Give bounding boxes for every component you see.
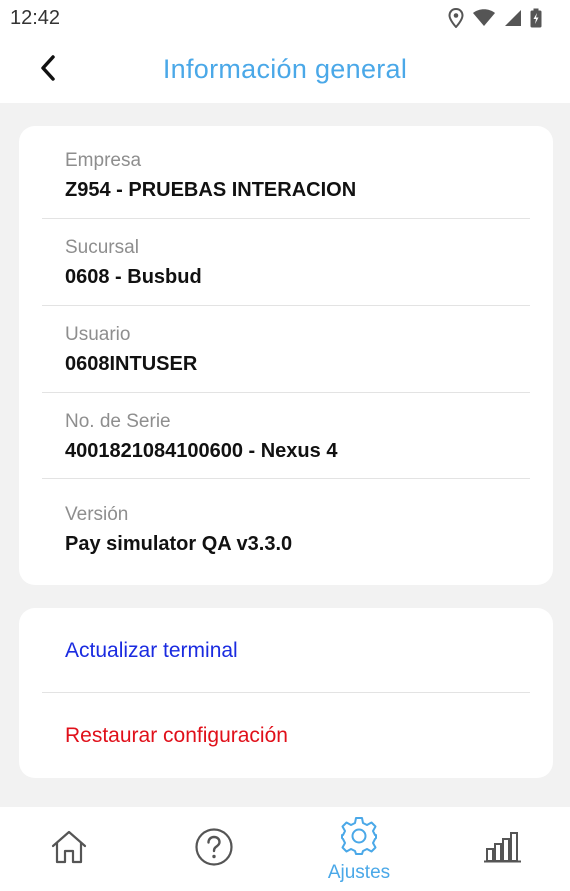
info-row-sucursal: Sucursal 0608 - Busbud [42, 237, 530, 289]
status-bar: 12:42 [0, 0, 570, 36]
info-label: Versión [65, 504, 129, 525]
info-value: Z954 - PRUEBAS INTERACION [65, 179, 357, 201]
nav-settings[interactable]: Ajustes [309, 807, 409, 891]
divider [42, 692, 530, 693]
info-label: Empresa [65, 150, 142, 171]
divider [42, 305, 530, 306]
info-value: 0608INTUSER [65, 353, 198, 375]
info-row-empresa: Empresa Z954 - PRUEBAS INTERACION [42, 150, 530, 202]
info-label: Sucursal [65, 237, 139, 258]
info-row-serial: No. de Serie 4001821084100600 - Nexus 4 [42, 411, 530, 463]
info-label: Usuario [65, 324, 131, 345]
home-icon [50, 828, 88, 871]
info-value: Pay simulator QA v3.3.0 [65, 533, 293, 555]
signal-icon [504, 9, 522, 27]
update-terminal-button[interactable]: Actualizar terminal [42, 631, 530, 671]
bottom-navigation: Ajustes [0, 807, 570, 891]
divider [42, 478, 530, 479]
info-row-usuario: Usuario 0608INTUSER [42, 324, 530, 376]
info-row-version: Versión Pay simulator QA v3.3.0 [42, 504, 530, 556]
nav-help[interactable] [164, 807, 264, 891]
settings-gear-icon [339, 815, 379, 860]
divider [42, 392, 530, 393]
nav-home[interactable] [19, 807, 119, 891]
divider [42, 218, 530, 219]
info-value: 0608 - Busbud [65, 266, 202, 288]
actions-card: Actualizar terminal Restaurar configurac… [19, 608, 553, 778]
nav-settings-label: Ajustes [327, 861, 391, 883]
location-icon [448, 8, 464, 28]
page-title: Información general [162, 54, 408, 84]
status-time: 12:42 [10, 6, 61, 29]
app-bar: Información general [0, 36, 570, 103]
wifi-icon [472, 9, 496, 27]
help-icon [194, 827, 234, 872]
info-value: 4001821084100600 - Nexus 4 [65, 440, 338, 462]
status-icons [448, 8, 542, 28]
nav-reports[interactable] [453, 807, 553, 891]
info-label: No. de Serie [65, 411, 171, 432]
battery-charging-icon [530, 8, 542, 28]
general-info-card: Empresa Z954 - PRUEBAS INTERACION Sucurs… [19, 126, 553, 585]
restore-config-button[interactable]: Restaurar configuración [42, 716, 530, 756]
bar-chart-icon [483, 831, 523, 868]
